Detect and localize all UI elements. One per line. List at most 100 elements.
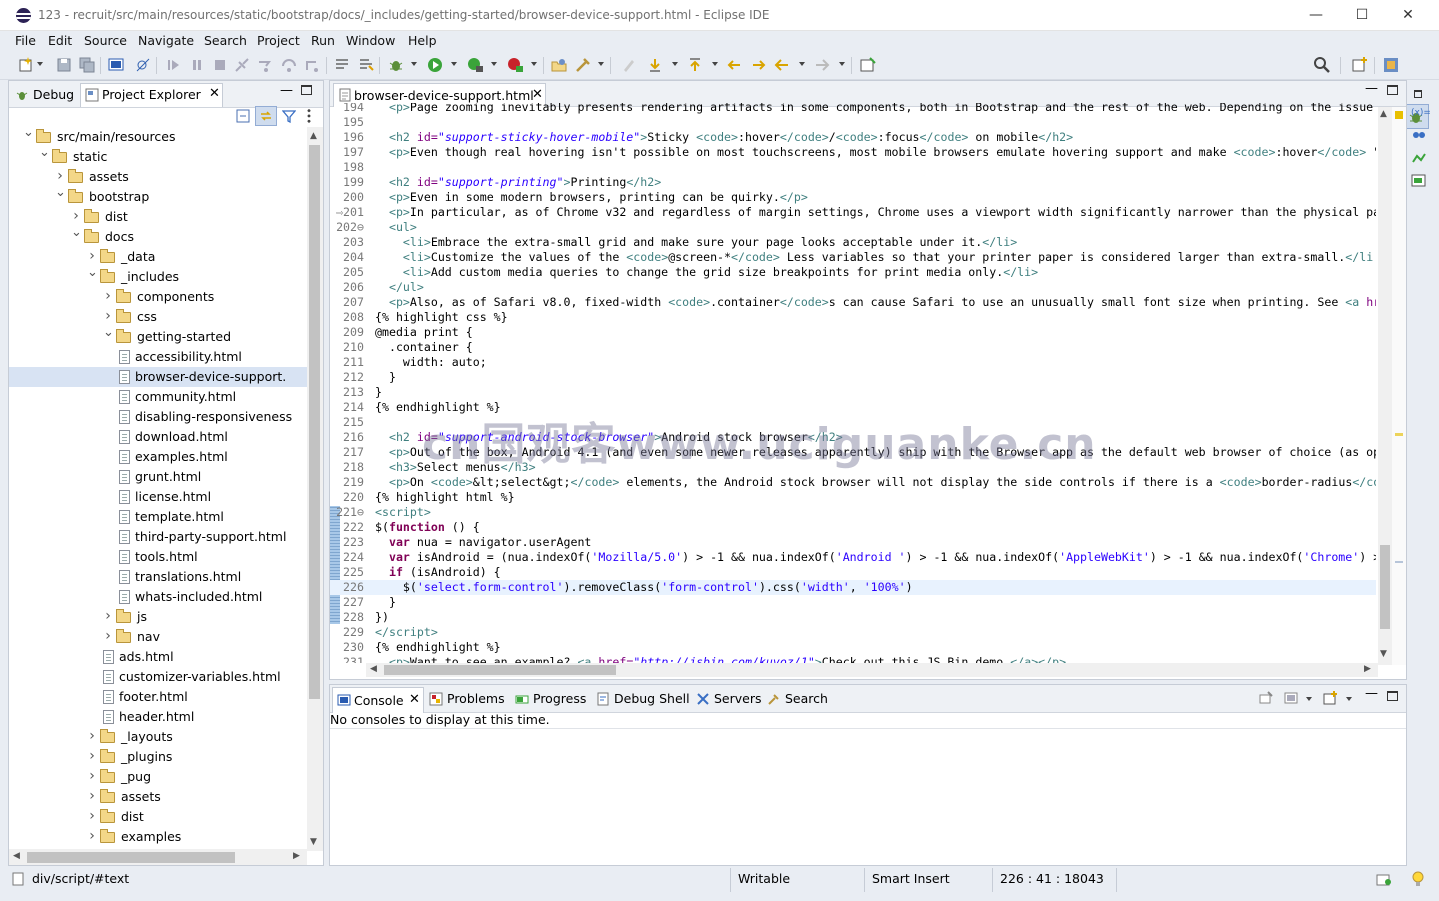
save-icon[interactable] xyxy=(55,56,73,74)
tree-file[interactable]: license.html xyxy=(9,487,307,507)
previous-annotation-dropdown-icon[interactable] xyxy=(712,62,718,66)
use-step-filters-icon[interactable] xyxy=(333,56,351,74)
background-tasks-icon[interactable] xyxy=(1376,871,1392,887)
open-task-dropdown-icon[interactable] xyxy=(598,62,604,66)
minimize-view-icon[interactable]: — xyxy=(280,83,293,98)
step-return-icon[interactable] xyxy=(303,56,321,74)
tree-file[interactable]: download.html xyxy=(9,427,307,447)
tab-debug[interactable]: Debug xyxy=(13,85,79,107)
forward-edit-icon[interactable] xyxy=(749,56,767,74)
scroll-up-icon[interactable]: ▲ xyxy=(1380,109,1387,119)
tree-file[interactable]: translations.html xyxy=(9,567,307,587)
close-tab-icon[interactable]: ✕ xyxy=(532,87,543,102)
scroll-right-icon[interactable]: ▶ xyxy=(293,851,300,861)
forward-dropdown-icon[interactable] xyxy=(839,62,845,66)
tree-folder[interactable]: › js xyxy=(9,607,307,627)
terminate-icon[interactable] xyxy=(211,56,229,74)
warning-marker-icon[interactable] xyxy=(1395,111,1403,119)
tree-folder[interactable]: › css xyxy=(9,307,307,327)
chevron-right-icon[interactable]: › xyxy=(87,766,97,786)
chevron-right-icon[interactable]: › xyxy=(103,606,113,626)
open-console-dropdown-icon[interactable] xyxy=(1346,697,1352,701)
debug-dropdown-icon[interactable] xyxy=(411,62,417,66)
tab-console[interactable]: Console ✕ xyxy=(332,687,424,713)
pin-console-icon[interactable] xyxy=(1259,691,1273,705)
chevron-right-icon[interactable]: › xyxy=(103,626,113,646)
tree-folder[interactable]: › _plugins xyxy=(9,747,307,767)
editor-horizontal-scrollbar[interactable]: ◀ ▶ xyxy=(366,663,1378,677)
maximize-console-icon[interactable] xyxy=(1387,691,1398,701)
close-tab-icon[interactable]: ✕ xyxy=(409,692,420,707)
tree-file[interactable]: whats-included.html xyxy=(9,587,307,607)
chevron-right-icon[interactable]: › xyxy=(87,806,97,826)
tree-vertical-scrollbar[interactable]: ▲ ▼ xyxy=(307,127,323,851)
terminal-icon[interactable] xyxy=(107,56,125,74)
tree-folder[interactable]: ⌄ bootstrap xyxy=(9,185,307,207)
tree-file[interactable]: community.html xyxy=(9,387,307,407)
tree-file[interactable]: grunt.html xyxy=(9,467,307,487)
tree-hscroll-thumb[interactable] xyxy=(27,852,235,863)
code-area[interactable]: 194 <p>Page zooming inevitably presents … xyxy=(330,103,1376,663)
menu-project[interactable]: Project xyxy=(257,33,300,48)
back-dropdown-icon[interactable] xyxy=(799,62,805,66)
maximize-button[interactable]: ☐ xyxy=(1339,0,1385,31)
close-tab-icon[interactable]: ✕ xyxy=(209,86,220,101)
maximize-editor-icon[interactable] xyxy=(1387,85,1398,95)
chevron-down-icon[interactable]: ⌄ xyxy=(103,323,114,343)
display-view-icon[interactable] xyxy=(1411,174,1427,188)
menu-file[interactable]: File xyxy=(15,33,36,48)
debug-icon[interactable] xyxy=(387,56,405,74)
minimize-editor-icon[interactable]: — xyxy=(1365,81,1378,96)
tree-file[interactable]: customizer-variables.html xyxy=(9,667,307,687)
chevron-down-icon[interactable]: ⌄ xyxy=(39,143,50,163)
annotation-icon[interactable] xyxy=(620,56,638,74)
menu-source[interactable]: Source xyxy=(84,33,127,48)
editor-vertical-scrollbar[interactable]: ▲ ▼ xyxy=(1378,107,1392,665)
tab-project-explorer[interactable]: Project Explorer ✕ xyxy=(80,83,223,107)
menu-help[interactable]: Help xyxy=(408,33,437,48)
chevron-right-icon[interactable]: › xyxy=(103,286,113,306)
tree-folder[interactable]: ⌄ docs xyxy=(9,225,307,247)
tree-folder[interactable]: › examples xyxy=(9,827,307,847)
menu-window[interactable]: Window xyxy=(346,33,395,48)
tree-folder[interactable]: › _data xyxy=(9,247,307,267)
step-into-icon[interactable] xyxy=(256,56,274,74)
scroll-left-icon[interactable]: ◀ xyxy=(370,664,377,674)
tree-folder[interactable]: ⌄ getting-started xyxy=(9,325,307,347)
scroll-right-icon[interactable]: ▶ xyxy=(1364,664,1371,674)
tree-file[interactable]: accessibility.html xyxy=(9,347,307,367)
tree-file[interactable]: ads.html xyxy=(9,647,307,667)
menu-search[interactable]: Search xyxy=(204,33,247,48)
java-ee-perspective-icon[interactable] xyxy=(1382,56,1400,74)
open-task-icon[interactable] xyxy=(574,56,592,74)
open-type-icon[interactable] xyxy=(550,56,568,74)
tree-folder[interactable]: ⌄ src/main/resources xyxy=(9,127,307,147)
chevron-down-icon[interactable]: ⌄ xyxy=(87,263,98,283)
last-edit-location-icon[interactable] xyxy=(726,56,744,74)
menu-edit[interactable]: Edit xyxy=(48,33,72,48)
resume-icon[interactable] xyxy=(164,56,182,74)
tree-folder[interactable]: ⌄ _includes xyxy=(9,265,307,287)
tree-file[interactable]: examples.html xyxy=(9,447,307,467)
display-console-dropdown-icon[interactable] xyxy=(1306,697,1312,701)
disconnect-icon[interactable] xyxy=(233,56,251,74)
chevron-down-icon[interactable]: ⌄ xyxy=(71,223,82,243)
search-icon[interactable] xyxy=(1313,56,1331,74)
tree-file[interactable]: disabling-responsiveness xyxy=(9,407,307,427)
expressions-view-icon[interactable] xyxy=(1411,152,1427,166)
close-button[interactable]: ✕ xyxy=(1385,0,1431,31)
scroll-down-icon[interactable]: ▼ xyxy=(310,837,317,847)
menu-run[interactable]: Run xyxy=(311,33,335,48)
cursor-marker[interactable] xyxy=(1395,561,1403,563)
scroll-down-icon[interactable]: ▼ xyxy=(1380,649,1387,659)
next-annotation-dropdown-icon[interactable] xyxy=(672,62,678,66)
pin-editor-icon[interactable] xyxy=(859,56,877,74)
tree-file[interactable]: tools.html xyxy=(9,547,307,567)
next-annotation-icon[interactable] xyxy=(646,56,664,74)
chevron-down-icon[interactable]: ⌄ xyxy=(55,183,66,203)
tree-folder[interactable]: › dist xyxy=(9,207,307,227)
tree-file[interactable]: template.html xyxy=(9,507,307,527)
tree-folder[interactable]: ⌄ static xyxy=(9,145,307,167)
tree-file[interactable]: third-party-support.html xyxy=(9,527,307,547)
skip-breakpoints-icon[interactable] xyxy=(134,56,152,74)
